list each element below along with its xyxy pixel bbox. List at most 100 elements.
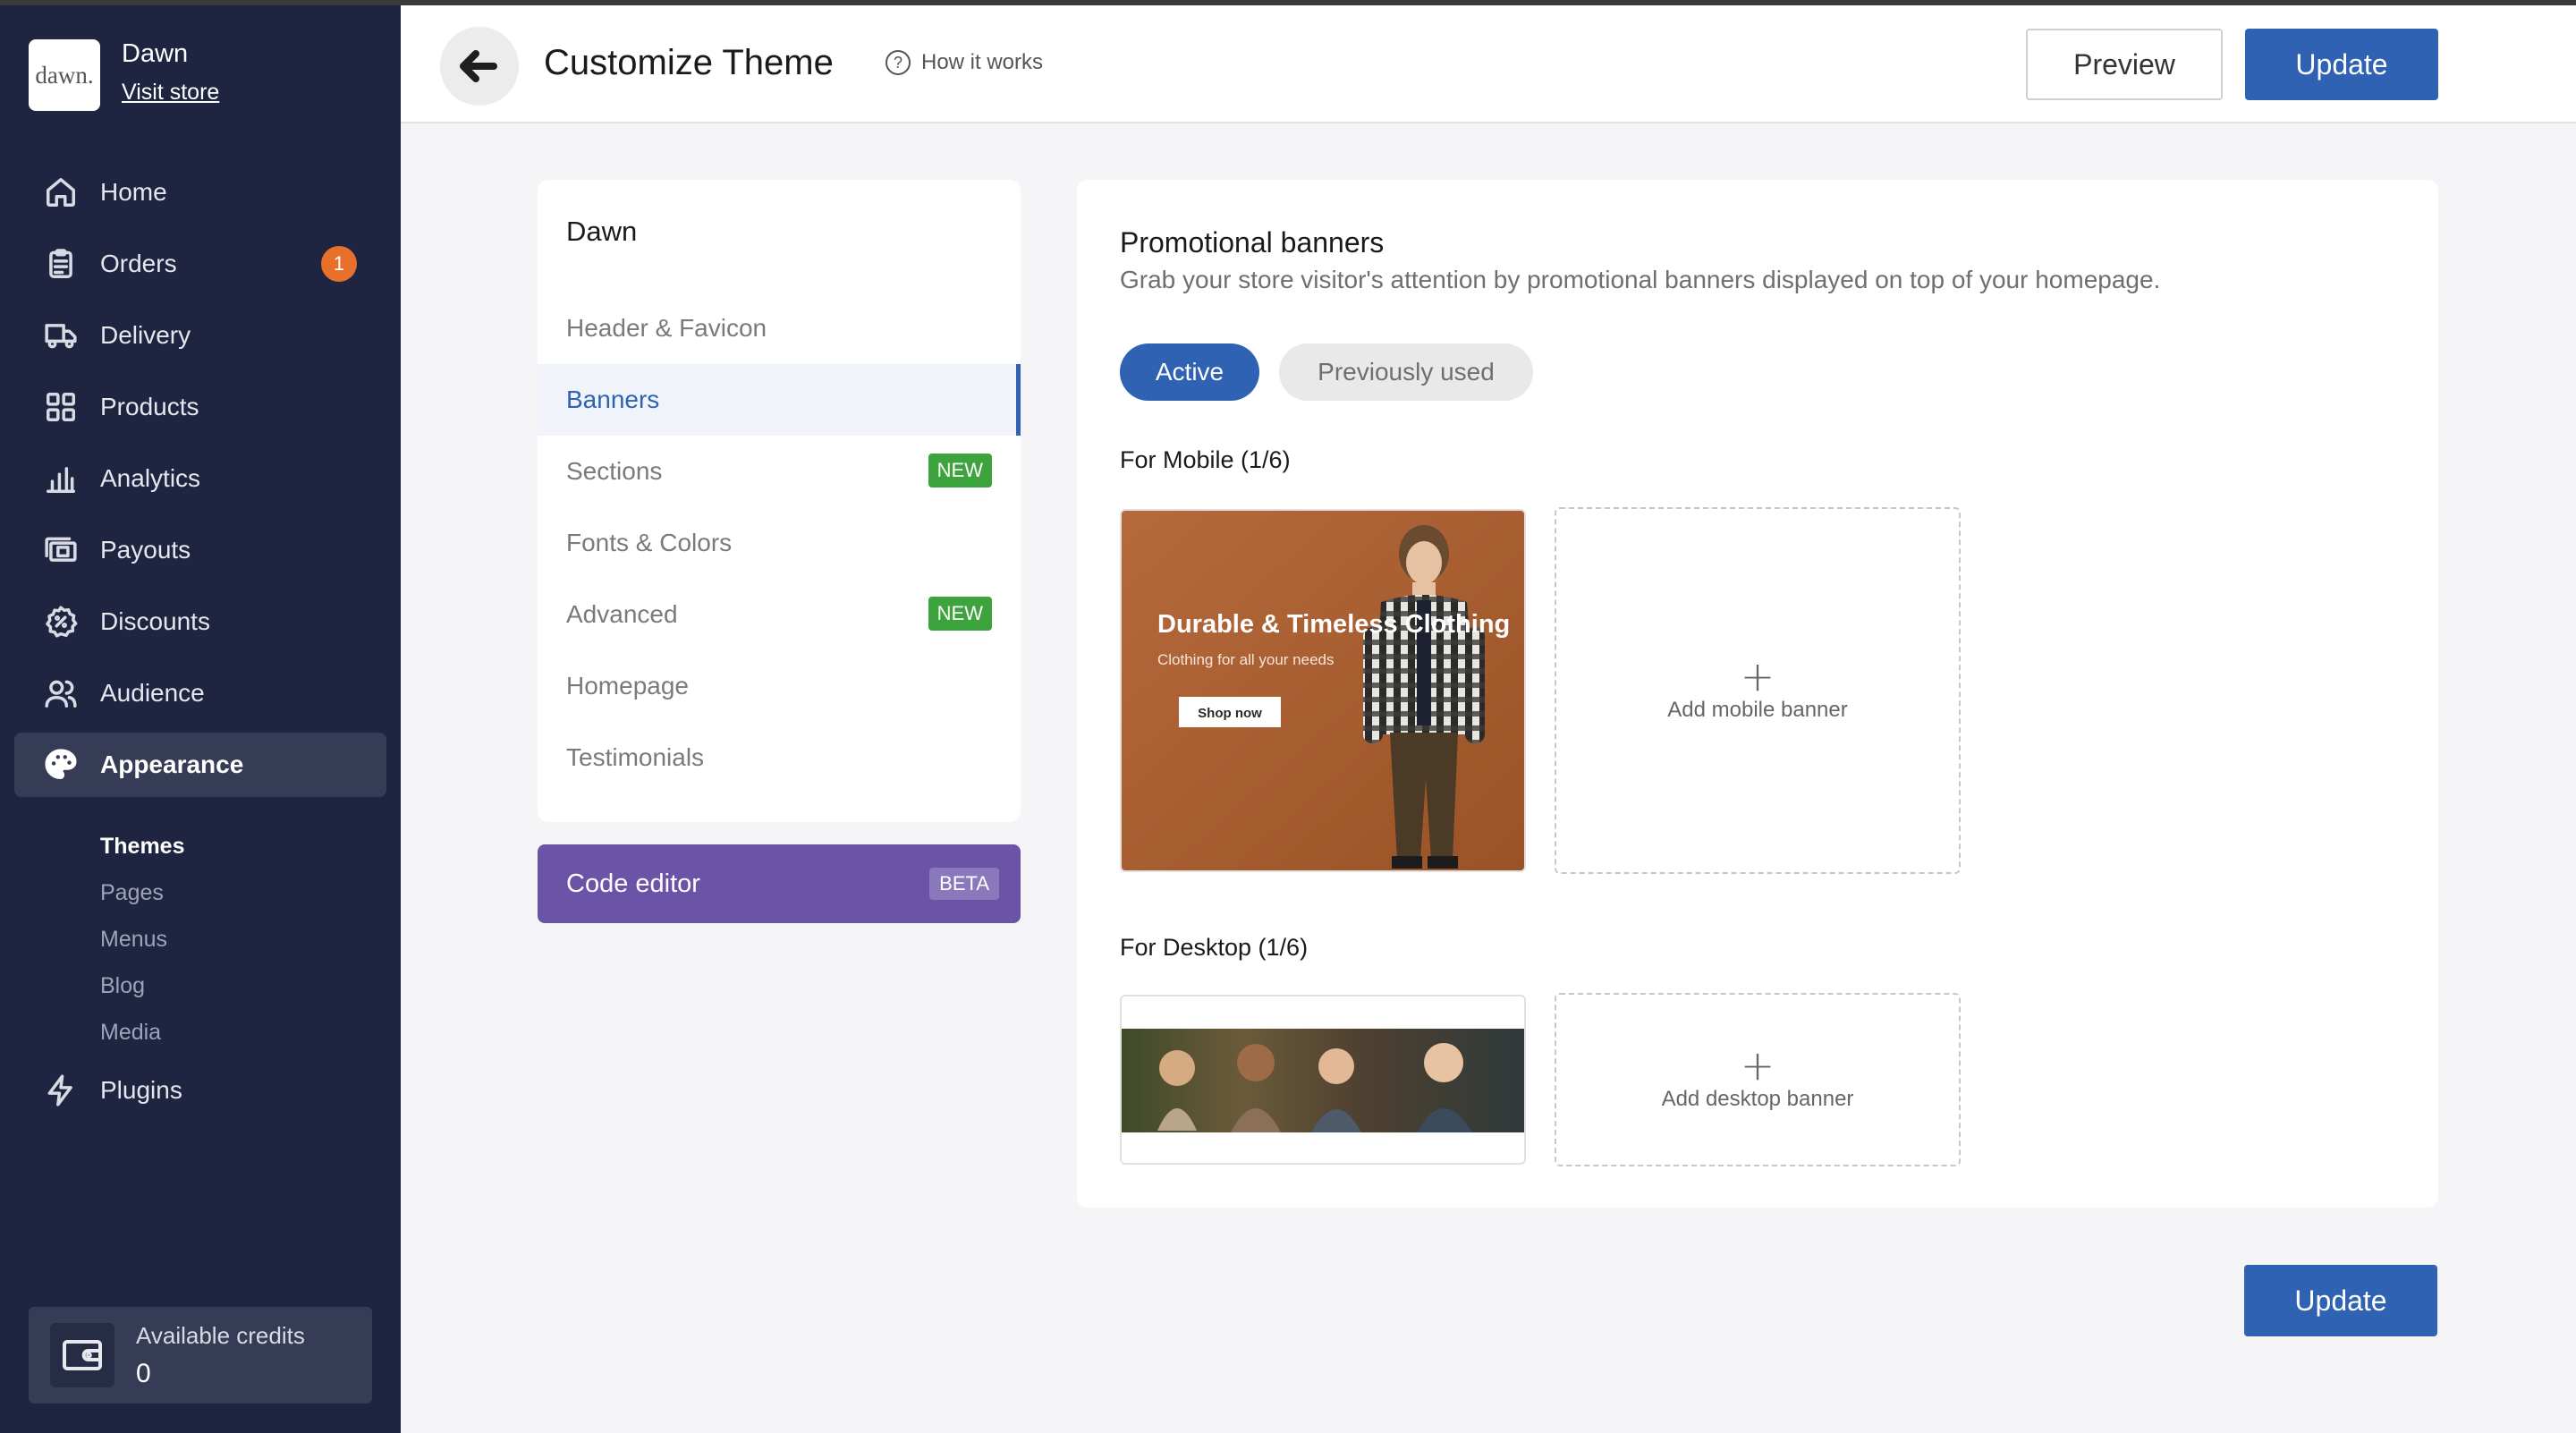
plus-icon: + xyxy=(1740,1041,1775,1090)
home-icon xyxy=(43,174,79,210)
add-desktop-banner-label: Add desktop banner xyxy=(1661,1087,1854,1111)
nav-item-plugins[interactable]: Plugins xyxy=(14,1058,386,1123)
desktop-section-label: For Desktop (1/6) xyxy=(1120,934,1309,961)
nav-item-discounts[interactable]: Discounts xyxy=(14,589,386,654)
menu-item-label: Advanced xyxy=(566,600,678,628)
nav-label: Home xyxy=(100,178,167,206)
menu-item-label: Testimonials xyxy=(566,743,705,771)
mobile-banner-cta: Shop now xyxy=(1198,706,1262,721)
back-button[interactable] xyxy=(440,27,519,106)
credits-value: 0 xyxy=(136,1358,151,1388)
page-header: Customize Theme ? How it works Preview U… xyxy=(401,5,2576,123)
desktop-banner-image xyxy=(1122,996,1524,1163)
nav-item-audience[interactable]: Audience xyxy=(14,661,386,725)
nav-label: Plugins xyxy=(100,1076,182,1104)
subnav-item-themes[interactable]: Themes xyxy=(100,823,184,869)
wallet-cards-icon xyxy=(43,532,79,568)
menu-item-testimonials[interactable]: Testimonials xyxy=(538,722,1021,793)
subnav-item-blog[interactable]: Blog xyxy=(100,962,184,1009)
menu-item-fonts-colors[interactable]: Fonts & Colors xyxy=(538,507,1021,579)
code-editor-button[interactable]: Code editor BETA xyxy=(538,844,1021,923)
nav-item-analytics[interactable]: Analytics xyxy=(14,446,386,511)
menu-item-sections[interactable]: Sections NEW xyxy=(538,436,1021,507)
menu-item-label: Banners xyxy=(566,386,660,413)
main-nav: Home Orders 1 Delivery Products Analytic… xyxy=(14,160,386,804)
nav-label: Payouts xyxy=(100,536,191,564)
promotional-banners-panel: Promotional banners Grab your store visi… xyxy=(1077,180,2438,1208)
how-it-works-label: How it works xyxy=(921,50,1044,74)
menu-item-advanced[interactable]: Advanced NEW xyxy=(538,579,1021,650)
tab-active[interactable]: Active xyxy=(1120,343,1259,401)
menu-item-homepage[interactable]: Homepage xyxy=(538,650,1021,722)
mobile-banner-image: Durable & Timeless Clothing Clothing for… xyxy=(1122,511,1524,870)
nav-label: Discounts xyxy=(100,607,210,635)
page-title: Customize Theme xyxy=(544,43,834,82)
nav-item-home[interactable]: Home xyxy=(14,160,386,225)
subnav-item-media[interactable]: Media xyxy=(100,1009,184,1056)
window-top-border xyxy=(0,0,2576,5)
nav-label: Products xyxy=(100,393,199,420)
truck-icon xyxy=(43,318,79,353)
theme-settings-menu: Dawn Header & Favicon Banners Sections NE… xyxy=(538,180,1021,822)
panel-title: Promotional banners xyxy=(1120,226,1385,259)
tab-previously-used[interactable]: Previously used xyxy=(1279,343,1533,401)
nav-item-products[interactable]: Products xyxy=(14,375,386,439)
add-mobile-banner-label: Add mobile banner xyxy=(1667,698,1848,722)
mobile-banner-headline: Durable & Timeless Clothing xyxy=(1157,610,1510,639)
menu-item-label: Homepage xyxy=(566,672,689,700)
add-mobile-banner-button[interactable]: + Add mobile banner xyxy=(1555,507,1961,874)
wallet-icon xyxy=(50,1323,114,1387)
new-badge: NEW xyxy=(928,597,992,631)
menu-item-label: Fonts & Colors xyxy=(566,529,733,556)
code-editor-label: Code editor xyxy=(566,869,700,898)
sidebar: dawn. Dawn Visit store Home Orders 1 Del… xyxy=(0,0,401,1433)
bar-chart-icon xyxy=(43,461,79,496)
nav-label: Orders xyxy=(100,250,177,277)
subnav-item-pages[interactable]: Pages xyxy=(100,869,184,916)
how-it-works-link[interactable]: ? How it works xyxy=(886,50,1043,75)
credits-text: Available credits 0 xyxy=(136,1322,305,1389)
menu-item-banners[interactable]: Banners xyxy=(538,364,1021,436)
arrow-left-icon xyxy=(460,50,497,82)
subnav-item-menus[interactable]: Menus xyxy=(100,916,184,962)
appearance-subnav: Themes Pages Menus Blog Media xyxy=(100,823,184,1056)
grid-icon xyxy=(43,389,79,425)
desktop-banner-thumbnail[interactable] xyxy=(1120,995,1526,1165)
nav-item-payouts[interactable]: Payouts xyxy=(14,518,386,582)
help-circle-icon: ? xyxy=(886,50,911,75)
store-name: Dawn xyxy=(122,39,189,68)
clipboard-icon xyxy=(43,246,79,282)
nav-label: Audience xyxy=(100,679,205,707)
mobile-banner-thumbnail[interactable]: Durable & Timeless Clothing Clothing for… xyxy=(1120,509,1526,872)
panel-subtitle: Grab your store visitor's attention by p… xyxy=(1120,266,2161,293)
mobile-banner-subline: Clothing for all your needs xyxy=(1157,651,1335,668)
plugins-nav: Plugins xyxy=(14,1058,386,1130)
store-info: Dawn Visit store xyxy=(122,39,219,106)
nav-item-appearance[interactable]: Appearance xyxy=(14,733,386,797)
update-button-top[interactable]: Update xyxy=(2245,29,2438,100)
beta-badge: BETA xyxy=(929,868,999,900)
available-credits-card[interactable]: Available credits 0 xyxy=(29,1307,372,1403)
nav-item-delivery[interactable]: Delivery xyxy=(14,303,386,368)
discount-icon xyxy=(43,604,79,640)
credits-label: Available credits xyxy=(136,1321,305,1349)
update-button-bottom[interactable]: Update xyxy=(2244,1265,2437,1336)
add-desktop-banner-button[interactable]: + Add desktop banner xyxy=(1555,993,1961,1166)
visit-store-link[interactable]: Visit store xyxy=(122,80,219,106)
store-logo: dawn. xyxy=(29,39,100,111)
menu-item-header-favicon[interactable]: Header & Favicon xyxy=(538,293,1021,364)
palette-icon xyxy=(43,747,79,783)
menu-item-label: Header & Favicon xyxy=(566,314,767,342)
store-switcher[interactable]: dawn. Dawn Visit store xyxy=(29,39,219,111)
mobile-section-label: For Mobile (1/6) xyxy=(1120,446,1291,473)
preview-button[interactable]: Preview xyxy=(2026,29,2223,100)
nav-label: Appearance xyxy=(100,750,244,778)
theme-name: Dawn xyxy=(566,216,638,247)
nav-label: Delivery xyxy=(100,321,191,349)
nav-label: Analytics xyxy=(100,464,201,492)
bolt-icon xyxy=(43,1073,79,1108)
orders-count-badge: 1 xyxy=(321,246,357,282)
plus-icon: + xyxy=(1740,652,1775,700)
new-badge: NEW xyxy=(928,454,992,488)
nav-item-orders[interactable]: Orders 1 xyxy=(14,232,386,296)
